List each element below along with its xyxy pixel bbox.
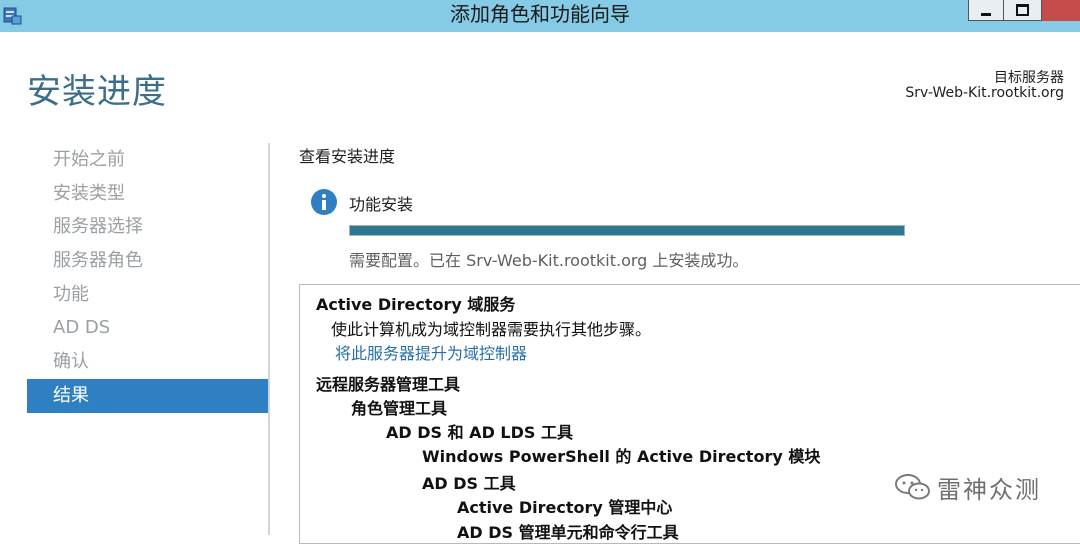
target-server-name: Srv-Web-Kit.rootkit.org bbox=[905, 85, 1064, 101]
watermark: 雷神众测 bbox=[893, 468, 1041, 506]
result-ad-admin-center: Active Directory 管理中心 bbox=[457, 498, 673, 517]
sidebar-item-features: 功能 bbox=[53, 283, 89, 305]
result-ad-ds: Active Directory 域服务 bbox=[316, 295, 516, 314]
page-title: 安装进度 bbox=[27, 72, 167, 112]
result-role-admin-tools: 角色管理工具 bbox=[351, 399, 448, 418]
sidebar-item-server-roles: 服务器角色 bbox=[53, 250, 143, 272]
sidebar-item-before-you-begin: 开始之前 bbox=[53, 149, 125, 170]
target-server-label: 目标服务器 bbox=[994, 70, 1064, 86]
title-bar: 添加角色和功能向导 bbox=[0, 0, 1080, 32]
maximize-button[interactable] bbox=[1004, 0, 1042, 21]
result-ad-ds-lds-tools: AD DS 和 AD LDS 工具 bbox=[386, 423, 573, 442]
sidebar-divider bbox=[268, 143, 270, 535]
result-powershell-ad-module: Windows PowerShell 的 Active Directory 模块 bbox=[422, 447, 821, 466]
sidebar-item-installation-type: 安装类型 bbox=[53, 182, 125, 204]
result-rsat: 远程服务器管理工具 bbox=[316, 375, 461, 394]
window-title: 添加角色和功能向导 bbox=[450, 2, 630, 26]
result-ad-ds-tools: AD DS 工具 bbox=[422, 474, 516, 493]
close-button[interactable] bbox=[1042, 0, 1080, 21]
installation-status-text: 需要配置。已在 Srv-Web-Kit.rootkit.org 上安装成功。 bbox=[349, 251, 749, 270]
sidebar-item-confirmation: 确认 bbox=[53, 351, 89, 373]
progress-fill bbox=[350, 226, 904, 235]
result-ad-ds-snapins: AD DS 管理单元和命令行工具 bbox=[457, 523, 679, 542]
minimize-icon bbox=[981, 12, 991, 16]
sidebar-item-server-selection: 服务器选择 bbox=[53, 216, 143, 238]
result-ad-ds-note: 使此计算机成为域控制器需要执行其他步骤。 bbox=[331, 320, 652, 339]
wechat-logo-icon bbox=[895, 474, 930, 500]
wizard-steps-sidebar: 开始之前 安装类型 服务器选择 服务器角色 功能 AD DS 确认 结果 bbox=[27, 143, 268, 413]
feature-installation-label: 功能安装 bbox=[349, 195, 414, 214]
info-icon bbox=[311, 189, 337, 215]
sidebar-item-ad-ds: AD DS bbox=[53, 317, 111, 339]
sidebar-item-results[interactable]: 结果 bbox=[27, 378, 268, 413]
maximize-icon bbox=[1016, 4, 1029, 16]
watermark-text: 雷神众测 bbox=[937, 475, 1041, 504]
minimize-button[interactable] bbox=[968, 0, 1004, 21]
section-heading: 查看安装进度 bbox=[299, 147, 396, 166]
installation-progress-bar bbox=[349, 225, 905, 236]
promote-to-domain-controller-link[interactable]: 将此服务器提升为域控制器 bbox=[335, 340, 527, 364]
